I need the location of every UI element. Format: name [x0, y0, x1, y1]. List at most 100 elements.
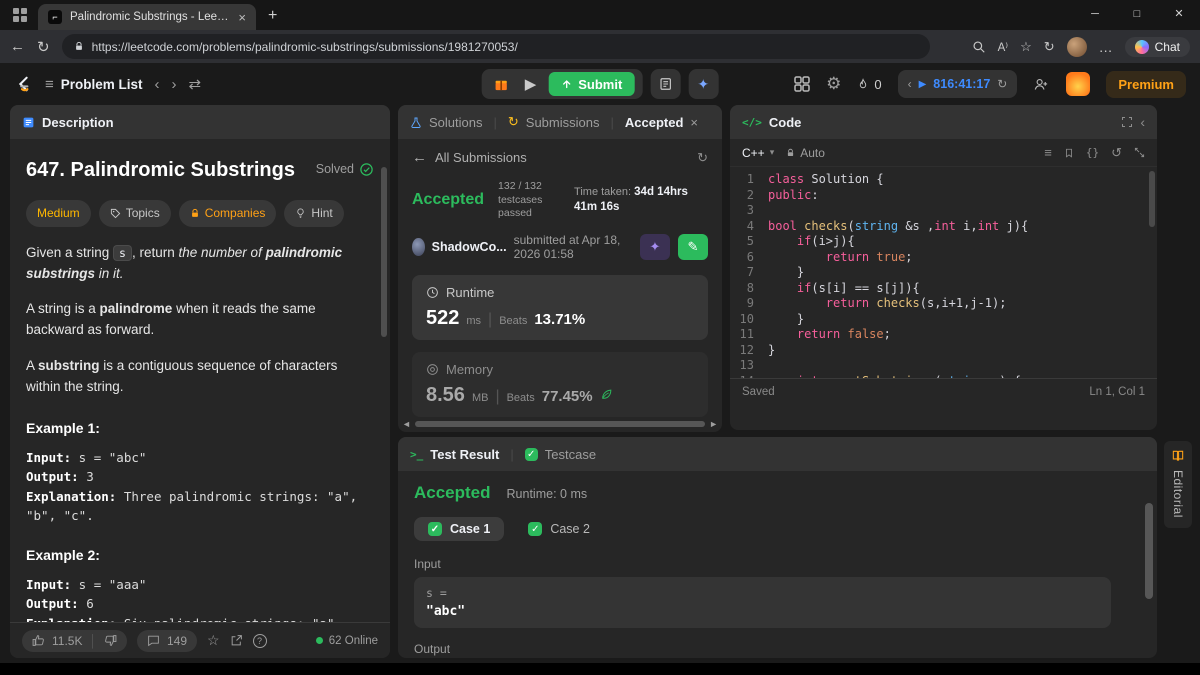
collapse-timer-icon[interactable]: ‹ — [908, 77, 912, 91]
editorial-tab[interactable]: Editorial — [1164, 441, 1192, 528]
companies-badge[interactable]: Companies — [178, 200, 277, 227]
workspaces-icon[interactable] — [12, 7, 28, 23]
test-panel-scrollbar[interactable] — [1145, 503, 1153, 599]
layout-grid-icon[interactable] — [794, 76, 810, 92]
run-icon[interactable]: ▶ — [517, 75, 545, 93]
all-submissions-link[interactable]: All Submissions — [435, 150, 527, 165]
bookmark-icon[interactable] — [1064, 147, 1074, 159]
settings-gear-icon[interactable]: ⚙ — [826, 74, 841, 94]
tab-solutions[interactable]: Solutions — [429, 115, 482, 130]
code-line[interactable]: 10 } — [730, 312, 1157, 328]
session-timer[interactable]: ‹ ▶ 816:41:17 ↻ — [897, 70, 1018, 98]
thumbs-down-icon[interactable] — [104, 634, 117, 647]
editor-scrollbar[interactable] — [1149, 171, 1155, 227]
scroll-right-icon[interactable]: ► — [709, 419, 718, 429]
topics-badge[interactable]: Topics — [98, 200, 171, 227]
input-value-box[interactable]: s = "abc" — [414, 577, 1111, 628]
refresh-submissions-icon[interactable]: ↻ — [697, 150, 708, 166]
timer-reset-icon[interactable]: ↻ — [997, 77, 1007, 91]
back-icon[interactable]: ← — [10, 38, 25, 55]
invite-user-icon[interactable] — [1033, 77, 1050, 92]
collapse-panel-icon[interactable]: ‹ — [1140, 114, 1145, 130]
description-scrollbar[interactable] — [381, 167, 387, 337]
case-1-button[interactable]: ✓ Case 1 — [414, 517, 505, 541]
tab-description[interactable]: Description — [42, 115, 114, 130]
test-result-body: Accepted Runtime: 0 ms ✓ Case 1 ✓ Case 2… — [398, 471, 1157, 658]
code-line[interactable]: 9 return checks(s,i+1,j-1); — [730, 296, 1157, 312]
code-line[interactable]: 11 return false; — [730, 327, 1157, 343]
like-button[interactable]: 11.5K │ — [22, 629, 127, 652]
auto-toggle[interactable]: Auto — [786, 146, 825, 160]
hint-badge[interactable]: Hint — [284, 200, 344, 227]
streak-counter[interactable]: 0 — [857, 77, 882, 92]
share-icon[interactable] — [230, 634, 243, 647]
favorites-star-icon[interactable]: ☆ — [1020, 39, 1032, 55]
read-aloud-icon[interactable]: A⁾ — [998, 40, 1009, 54]
zoom-icon[interactable] — [972, 40, 986, 54]
prev-problem-icon[interactable]: ‹ — [155, 76, 160, 93]
maximize-button[interactable]: □ — [1116, 0, 1158, 28]
edit-solution-button[interactable]: ✎ — [678, 233, 708, 260]
tab-submissions[interactable]: Submissions — [526, 115, 600, 130]
code-line[interactable]: 1 class Solution { — [730, 172, 1157, 188]
maximize-panel-icon[interactable] — [1121, 116, 1133, 128]
undo-icon[interactable]: ↺ — [1111, 145, 1122, 161]
submitter-avatar[interactable] — [412, 237, 425, 256]
ai-sparkle-button[interactable]: ✦ — [688, 69, 719, 99]
code-editor[interactable]: 1 class Solution {2 public: 3 4 bool checks(… — [730, 167, 1157, 378]
runtime-card[interactable]: Runtime 522 ms | Beats 13.71% — [412, 274, 708, 340]
code-line[interactable]: 7 } — [730, 265, 1157, 281]
scroll-left-icon[interactable]: ◄ — [402, 419, 411, 429]
shuffle-icon[interactable]: ⇄ — [189, 75, 202, 93]
case-2-button[interactable]: ✓ Case 2 — [514, 517, 604, 541]
problem-list-button[interactable]: ≡ Problem List — [45, 76, 143, 93]
timer-play-icon[interactable]: ▶ — [919, 79, 927, 90]
difficulty-badge[interactable]: Medium — [26, 200, 91, 227]
code-line[interactable]: 2 public: — [730, 188, 1157, 204]
horizontal-scrollbar[interactable]: ◄ ► — [402, 419, 718, 429]
code-line[interactable]: 14 int countSubstrings(string s) { — [730, 374, 1157, 379]
tab-testcase[interactable]: Testcase — [545, 447, 596, 462]
expand-editor-icon[interactable] — [1134, 147, 1145, 158]
close-button[interactable]: ✕ — [1158, 0, 1200, 28]
submitter-name[interactable]: ShadowCo... — [432, 240, 507, 254]
sync-icon[interactable]: ↻ — [1044, 39, 1055, 55]
comments-button[interactable]: 149 — [136, 629, 197, 652]
refresh-icon[interactable]: ↻ — [37, 38, 50, 56]
close-accepted-tab-icon[interactable]: × — [690, 115, 698, 130]
leetcode-logo[interactable] — [14, 73, 33, 95]
next-problem-icon[interactable]: › — [172, 76, 177, 93]
code-line[interactable]: 6 return true; — [730, 250, 1157, 266]
code-line[interactable]: 8 if(s[i] == s[j]){ — [730, 281, 1157, 297]
scrollbar-thumb[interactable] — [414, 421, 706, 427]
code-line[interactable]: 13 — [730, 358, 1157, 374]
help-icon[interactable]: ? — [252, 633, 267, 648]
favorite-star-icon[interactable]: ☆ — [207, 632, 220, 649]
notes-button[interactable] — [650, 69, 681, 99]
new-tab-button[interactable]: + — [268, 7, 277, 25]
tab-accepted[interactable]: Accepted — [625, 115, 684, 130]
premium-button[interactable]: Premium — [1106, 70, 1186, 98]
browser-profile-avatar[interactable] — [1066, 36, 1087, 57]
language-selector[interactable]: C++ ▾ — [742, 146, 774, 160]
user-avatar[interactable] — [1066, 72, 1091, 96]
tab-close-icon[interactable]: × — [238, 10, 246, 25]
back-arrow-icon[interactable]: ← — [412, 149, 427, 166]
browser-tab[interactable]: ⌐ Palindromic Substrings - LeetCode × — [38, 4, 256, 30]
code-line[interactable]: 5 if(i>j){ — [730, 234, 1157, 250]
browser-menu-icon[interactable]: … — [1099, 39, 1113, 55]
minimize-button[interactable]: ─ — [1074, 0, 1116, 28]
tab-test-result[interactable]: Test Result — [430, 447, 499, 462]
memory-card[interactable]: Memory 8.56 MB | Beats 77.45% — [412, 351, 708, 417]
daily-gift-icon[interactable] — [486, 77, 517, 92]
code-line[interactable]: 3 — [730, 203, 1157, 219]
format-code-icon[interactable]: ≡ — [1044, 145, 1052, 160]
code-line[interactable]: 4 bool checks(string &s ,int i,int j){ — [730, 219, 1157, 235]
braces-icon[interactable]: {} — [1086, 146, 1099, 159]
submit-button[interactable]: Submit — [548, 72, 635, 96]
tab-code[interactable]: Code — [769, 115, 802, 130]
analyze-ai-button[interactable]: ✦ — [640, 233, 670, 260]
copilot-chat-button[interactable]: Chat — [1124, 36, 1190, 57]
address-bar[interactable]: https://leetcode.com/problems/palindromi… — [61, 34, 930, 59]
code-line[interactable]: 12} — [730, 343, 1157, 359]
